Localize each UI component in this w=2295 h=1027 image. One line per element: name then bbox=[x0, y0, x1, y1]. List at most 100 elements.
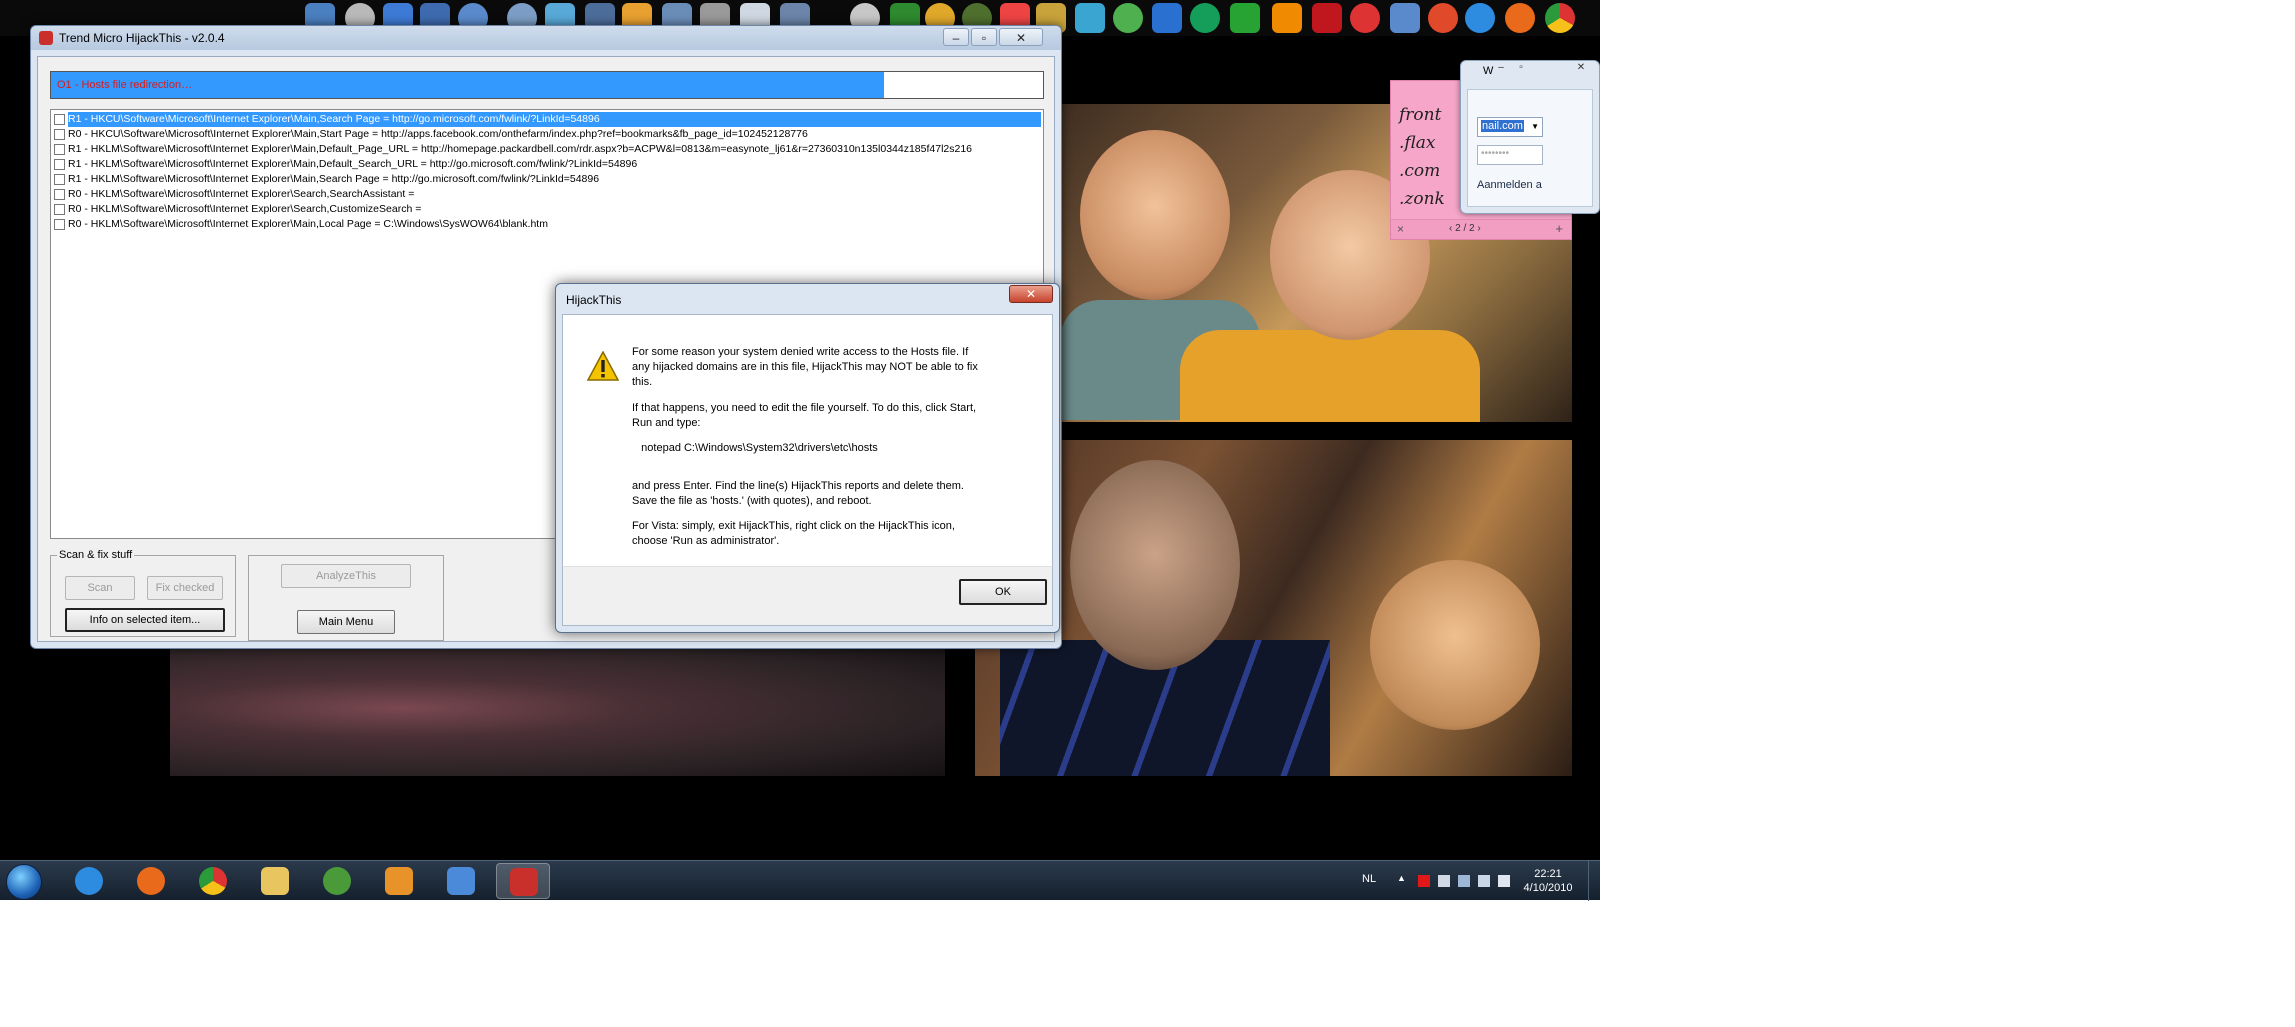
item-checkbox[interactable] bbox=[54, 144, 65, 155]
minimize-icon[interactable]: – bbox=[943, 28, 969, 46]
fix-checked-button[interactable]: Fix checked bbox=[147, 576, 223, 600]
close-icon[interactable]: ✕ bbox=[1571, 62, 1591, 76]
mcafee-icon[interactable] bbox=[1312, 3, 1342, 33]
login-label[interactable]: Aanmelden a bbox=[1477, 179, 1542, 191]
volume-tray-icon[interactable] bbox=[1498, 875, 1510, 887]
chrome-icon[interactable] bbox=[1545, 3, 1575, 33]
list-item[interactable]: R1 - HKCU\Software\Microsoft\Internet Ex… bbox=[51, 112, 1043, 127]
antivirus-tray-icon[interactable] bbox=[1418, 875, 1430, 887]
list-item[interactable]: R0 - HKCU\Software\Microsoft\Internet Ex… bbox=[51, 127, 1043, 142]
flag-tray-icon[interactable] bbox=[1438, 875, 1450, 887]
item-checkbox[interactable] bbox=[54, 129, 65, 140]
maximize-icon[interactable]: ▫ bbox=[1511, 62, 1531, 76]
sticky-page-count: 2 / 2 bbox=[1455, 223, 1475, 234]
taskbar: NL ▲ 22:21 4/10/2010 bbox=[0, 860, 1600, 901]
maximize-icon[interactable]: ▫ bbox=[971, 28, 997, 46]
sticky-footer: × ‹ 2 / 2 › + bbox=[1391, 219, 1571, 239]
sticky-line: front bbox=[1399, 105, 1442, 125]
hijackthis-icon bbox=[39, 31, 53, 45]
item-checkbox[interactable] bbox=[54, 204, 65, 215]
close-button[interactable]: ✕ bbox=[1009, 285, 1053, 303]
list-item[interactable]: R0 - HKLM\Software\Microsoft\Internet Ex… bbox=[51, 187, 1043, 202]
minimize-icon[interactable]: – bbox=[1491, 62, 1511, 76]
taskbar-messenger[interactable] bbox=[310, 863, 364, 899]
close-icon[interactable]: ✕ bbox=[999, 28, 1043, 46]
dialog-message-1: For some reason your system denied write… bbox=[632, 346, 978, 388]
dialog-title: HijackThis bbox=[566, 293, 622, 307]
list-item[interactable]: R1 - HKLM\Software\Microsoft\Internet Ex… bbox=[51, 172, 1043, 187]
main-menu-button[interactable]: Main Menu bbox=[297, 610, 395, 634]
firefox-icon[interactable] bbox=[1505, 3, 1535, 33]
taskbar-internet-explorer[interactable] bbox=[62, 863, 116, 899]
list-item-text: R1 - HKLM\Software\Microsoft\Internet Ex… bbox=[68, 158, 638, 170]
clock[interactable]: 22:21 4/10/2010 bbox=[1518, 867, 1578, 895]
show-desktop-button[interactable] bbox=[1588, 861, 1600, 901]
start-button[interactable] bbox=[6, 864, 42, 900]
app-icon[interactable] bbox=[1350, 3, 1380, 33]
warning-dialog: HijackThis ✕ For some reason your system… bbox=[555, 283, 1060, 633]
item-checkbox[interactable] bbox=[54, 219, 65, 230]
dialog-message-3: and press Enter. Find the line(s) Hijack… bbox=[632, 480, 964, 507]
frog-icon[interactable] bbox=[1113, 3, 1143, 33]
item-checkbox[interactable] bbox=[54, 159, 65, 170]
account-select[interactable]: nail.com ▼ bbox=[1477, 117, 1543, 137]
scan-button[interactable]: Scan bbox=[65, 576, 135, 600]
sticky-line: .com bbox=[1399, 161, 1441, 181]
password-field[interactable]: •••••••• bbox=[1477, 145, 1543, 165]
network-tray-icon[interactable] bbox=[1478, 875, 1490, 887]
status-progress-bar: O1 - Hosts file redirection… bbox=[50, 71, 1044, 99]
taskbar-explorer[interactable] bbox=[248, 863, 302, 899]
photo-detail bbox=[1180, 330, 1480, 422]
hijackthis-icon bbox=[510, 868, 538, 896]
messenger-icon bbox=[323, 867, 351, 895]
list-item-text: R1 - HKLM\Software\Microsoft\Internet Ex… bbox=[68, 173, 600, 185]
analyze-group: AnalyzeThis Main Menu bbox=[248, 555, 444, 641]
app-icon[interactable] bbox=[1152, 3, 1182, 33]
dialog-command: notepad C:\Windows\System32\drivers\etc\… bbox=[632, 442, 878, 454]
internet-explorer-icon[interactable] bbox=[1465, 3, 1495, 33]
taskbar-hijackthis[interactable] bbox=[496, 863, 550, 899]
info-selected-item-button[interactable]: Info on selected item... bbox=[65, 608, 225, 632]
ok-button[interactable]: OK bbox=[959, 579, 1047, 605]
title-bar[interactable]: Trend Micro HijackThis - v2.0.4 – ▫ ✕ bbox=[31, 26, 1061, 50]
list-item[interactable]: R0 - HKLM\Software\Microsoft\Internet Ex… bbox=[51, 217, 1043, 232]
power-tray-icon[interactable] bbox=[1458, 875, 1470, 887]
desktop: front .flax .com .zonk × ‹ 2 / 2 › + – ▫… bbox=[0, 0, 1600, 860]
app-icon[interactable] bbox=[1390, 3, 1420, 33]
dialog-body: For some reason your system denied write… bbox=[562, 314, 1053, 566]
close-icon[interactable]: × bbox=[1397, 222, 1404, 236]
app-icon[interactable] bbox=[1190, 3, 1220, 33]
taskbar-firefox[interactable] bbox=[124, 863, 178, 899]
chevron-up-icon[interactable]: ▲ bbox=[1397, 873, 1406, 883]
dialog-footer: OK bbox=[562, 566, 1053, 626]
taskbar-chrome[interactable] bbox=[186, 863, 240, 899]
messenger-window: – ▫ ✕ W nail.com ▼ •••••••• Aanmelden a bbox=[1460, 60, 1600, 214]
dialog-message-2: If that happens, you need to edit the fi… bbox=[632, 402, 977, 429]
folder-icon bbox=[261, 867, 289, 895]
list-item-text: R0 - HKLM\Software\Microsoft\Internet Ex… bbox=[68, 188, 415, 200]
chevron-down-icon: ▼ bbox=[1531, 122, 1539, 131]
app-icon[interactable] bbox=[1428, 3, 1458, 33]
add-note-icon[interactable]: + bbox=[1555, 221, 1563, 236]
utorrent-icon[interactable] bbox=[1230, 3, 1260, 33]
item-checkbox[interactable] bbox=[54, 114, 65, 125]
list-item-text: R0 - HKLM\Software\Microsoft\Internet Ex… bbox=[68, 203, 422, 215]
app-icon[interactable] bbox=[1075, 3, 1105, 33]
status-text: O1 - Hosts file redirection… bbox=[57, 79, 193, 91]
internet-explorer-icon bbox=[75, 867, 103, 895]
photo-detail bbox=[1080, 130, 1230, 300]
sticky-pager: ‹ 2 / 2 › bbox=[1449, 223, 1481, 234]
language-indicator[interactable]: NL bbox=[1362, 873, 1376, 885]
vlc-icon[interactable] bbox=[1272, 3, 1302, 33]
item-checkbox[interactable] bbox=[54, 189, 65, 200]
analyzethis-button[interactable]: AnalyzeThis bbox=[281, 564, 411, 588]
item-checkbox[interactable] bbox=[54, 174, 65, 185]
list-item[interactable]: R0 - HKLM\Software\Microsoft\Internet Ex… bbox=[51, 202, 1043, 217]
list-item-text: R0 - HKLM\Software\Microsoft\Internet Ex… bbox=[68, 218, 548, 230]
messenger-title: W bbox=[1483, 65, 1494, 77]
list-item[interactable]: R1 - HKLM\Software\Microsoft\Internet Ex… bbox=[51, 142, 1043, 157]
list-item[interactable]: R1 - HKLM\Software\Microsoft\Internet Ex… bbox=[51, 157, 1043, 172]
taskbar-paint[interactable] bbox=[434, 863, 488, 899]
taskbar-media-player[interactable] bbox=[372, 863, 426, 899]
photo-detail bbox=[1370, 560, 1540, 730]
